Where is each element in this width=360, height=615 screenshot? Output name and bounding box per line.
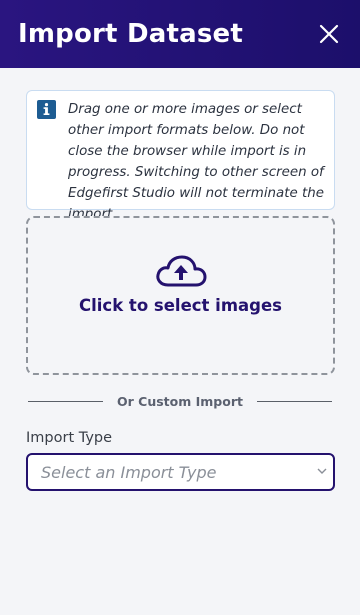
custom-import-divider: Or Custom Import (28, 392, 332, 410)
info-text: Drag one or more images or select other … (68, 102, 324, 222)
import-type-placeholder: Select an Import Type (41, 462, 217, 482)
info-box: Drag one or more images or select other … (26, 90, 335, 222)
divider-line-left (28, 400, 103, 402)
cloud-upload-icon (155, 255, 206, 287)
dialog-title: Import Dataset (18, 19, 243, 49)
import-type-select[interactable]: Select an Import Type (26, 453, 335, 491)
info-icon (37, 100, 56, 119)
dropzone-label: Click to select images (79, 296, 282, 315)
chevron-down-icon (317, 468, 327, 474)
close-icon (319, 24, 339, 44)
dialog-header: Import Dataset (0, 0, 360, 68)
import-type-label: Import Type (26, 430, 113, 446)
close-button[interactable] (316, 21, 342, 47)
divider-line-right (257, 400, 332, 402)
import-dataset-dialog: Import Dataset Drag one or more images o… (0, 0, 360, 615)
image-dropzone[interactable]: Click to select images (26, 216, 335, 375)
divider-text: Or Custom Import (117, 393, 243, 409)
